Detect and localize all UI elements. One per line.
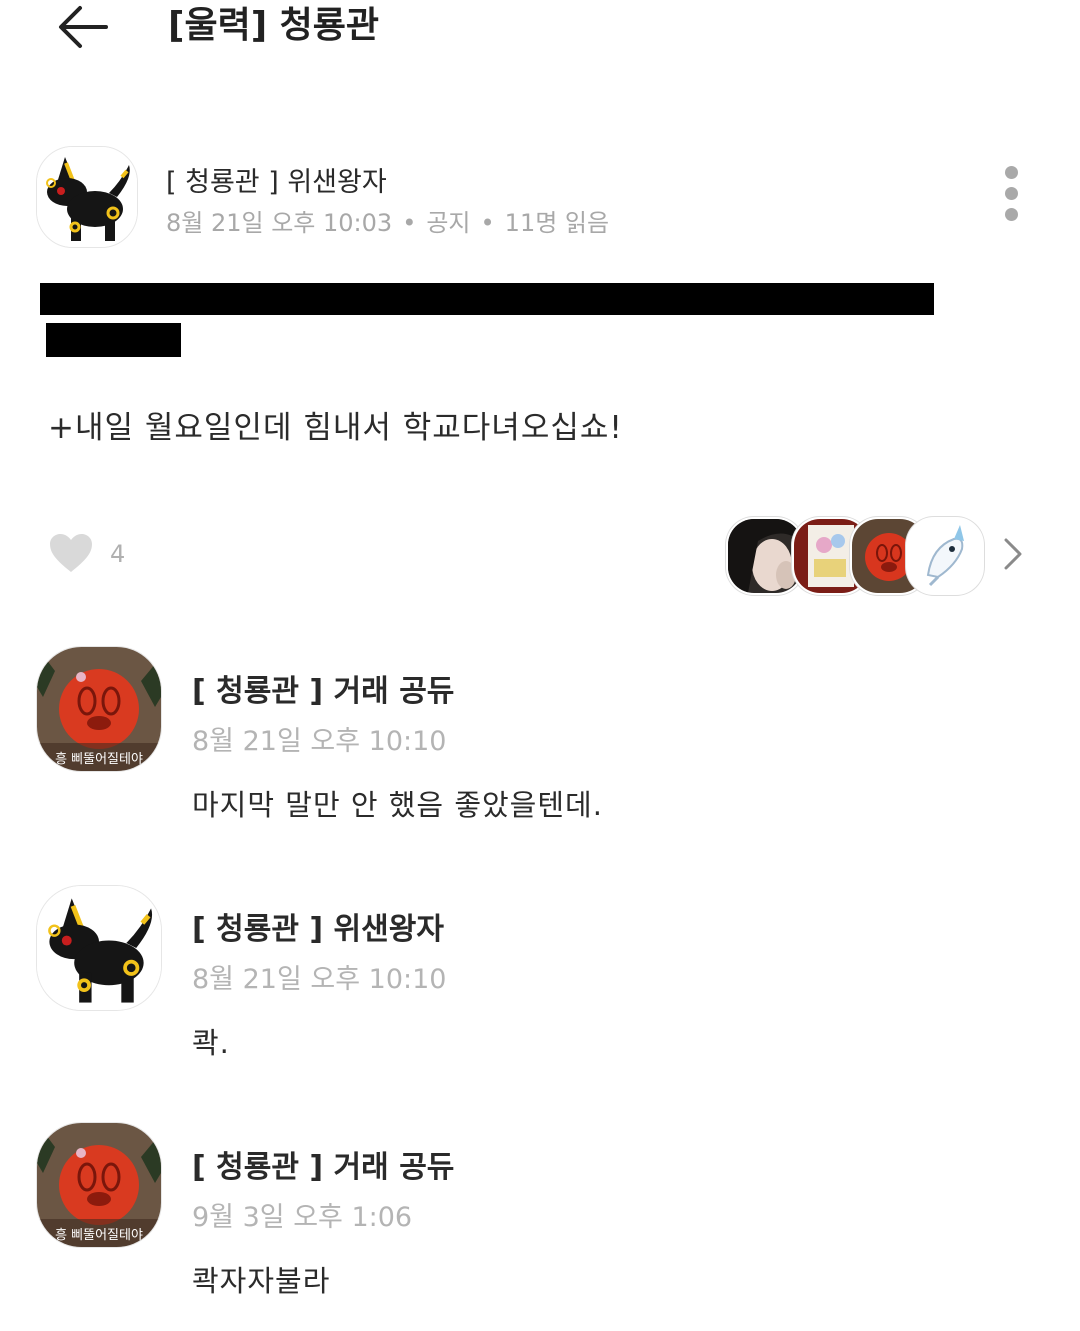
comment-time: 9월 3일 오후 1:06 [192,1202,413,1233]
comment-author-avatar[interactable] [36,885,162,1011]
separator-dot: • [402,209,417,237]
white-pokemon-avatar-image [908,519,982,593]
comment-author-name[interactable]: [ 청룡관 ] 위샌왕자 [192,904,444,948]
post-body-text: +내일 월요일인데 힘내서 학교다녀오십쇼! [48,410,623,446]
comment-author-name[interactable]: [ 청룡관 ] 거래 공듀 [192,1142,454,1186]
red-character-avatar-image: 흥 삐뚤어질테야 [37,1123,161,1247]
page-title: [울력] 청룡관 [168,5,380,46]
like-count: 4 [110,540,126,568]
red-character-avatar-image: 흥 삐뚤어질테야 [37,647,161,771]
back-button[interactable] [52,0,116,56]
liker-avatar[interactable] [906,517,984,595]
heart-icon [50,534,92,572]
likers-more-button[interactable] [996,534,1028,574]
post-author-name[interactable]: [ 청룡관 ] 위샌왕자 [166,160,387,199]
post-views: 11명 읽음 [504,209,610,237]
comment-author-avatar[interactable]: 흥 삐뚤어질테야 [36,646,162,772]
umbreon-avatar-image [37,147,137,247]
post-date: 8월 21일 오후 10:03 [166,209,393,237]
comment-text: 콱. [192,1026,230,1060]
arrow-left-icon [59,6,108,48]
vertical-dots-icon [996,166,1026,221]
comment-time: 8월 21일 오후 10:10 [192,726,447,757]
avatar-caption: 흥 삐뚤어질테야 [55,752,143,767]
redacted-text-block [46,323,181,357]
chevron-right-icon [1004,538,1022,570]
more-options-button[interactable] [996,166,1026,228]
separator-dot: • [480,209,495,237]
comment-time: 8월 21일 오후 10:10 [192,964,447,995]
post-meta: 8월 21일 오후 10:03 • 공지 • 11명 읽음 [166,203,609,238]
umbreon-avatar-image [37,886,161,1010]
comment-text: 마지막 말만 안 했음 좋았을텐데. [192,788,603,822]
comment-text: 콱자자불라 [192,1264,331,1298]
post-author-avatar[interactable] [36,146,138,248]
person-photo-avatar-image [728,519,802,593]
post-category: 공지 [426,209,471,237]
comment-author-name[interactable]: [ 청룡관 ] 거래 공듀 [192,666,454,710]
redacted-text-block [40,283,934,315]
avatar-caption: 흥 삐뚤어질테야 [55,1228,143,1243]
post-detail-screen: [울력] 청룡관 [ 청룡관 ] 위샌왕자 8월 21일 오후 10:03 • 공지… [0,0,1080,1331]
like-button[interactable] [48,532,94,574]
comment-author-avatar[interactable]: 흥 삐뚤어질테야 [36,1122,162,1248]
